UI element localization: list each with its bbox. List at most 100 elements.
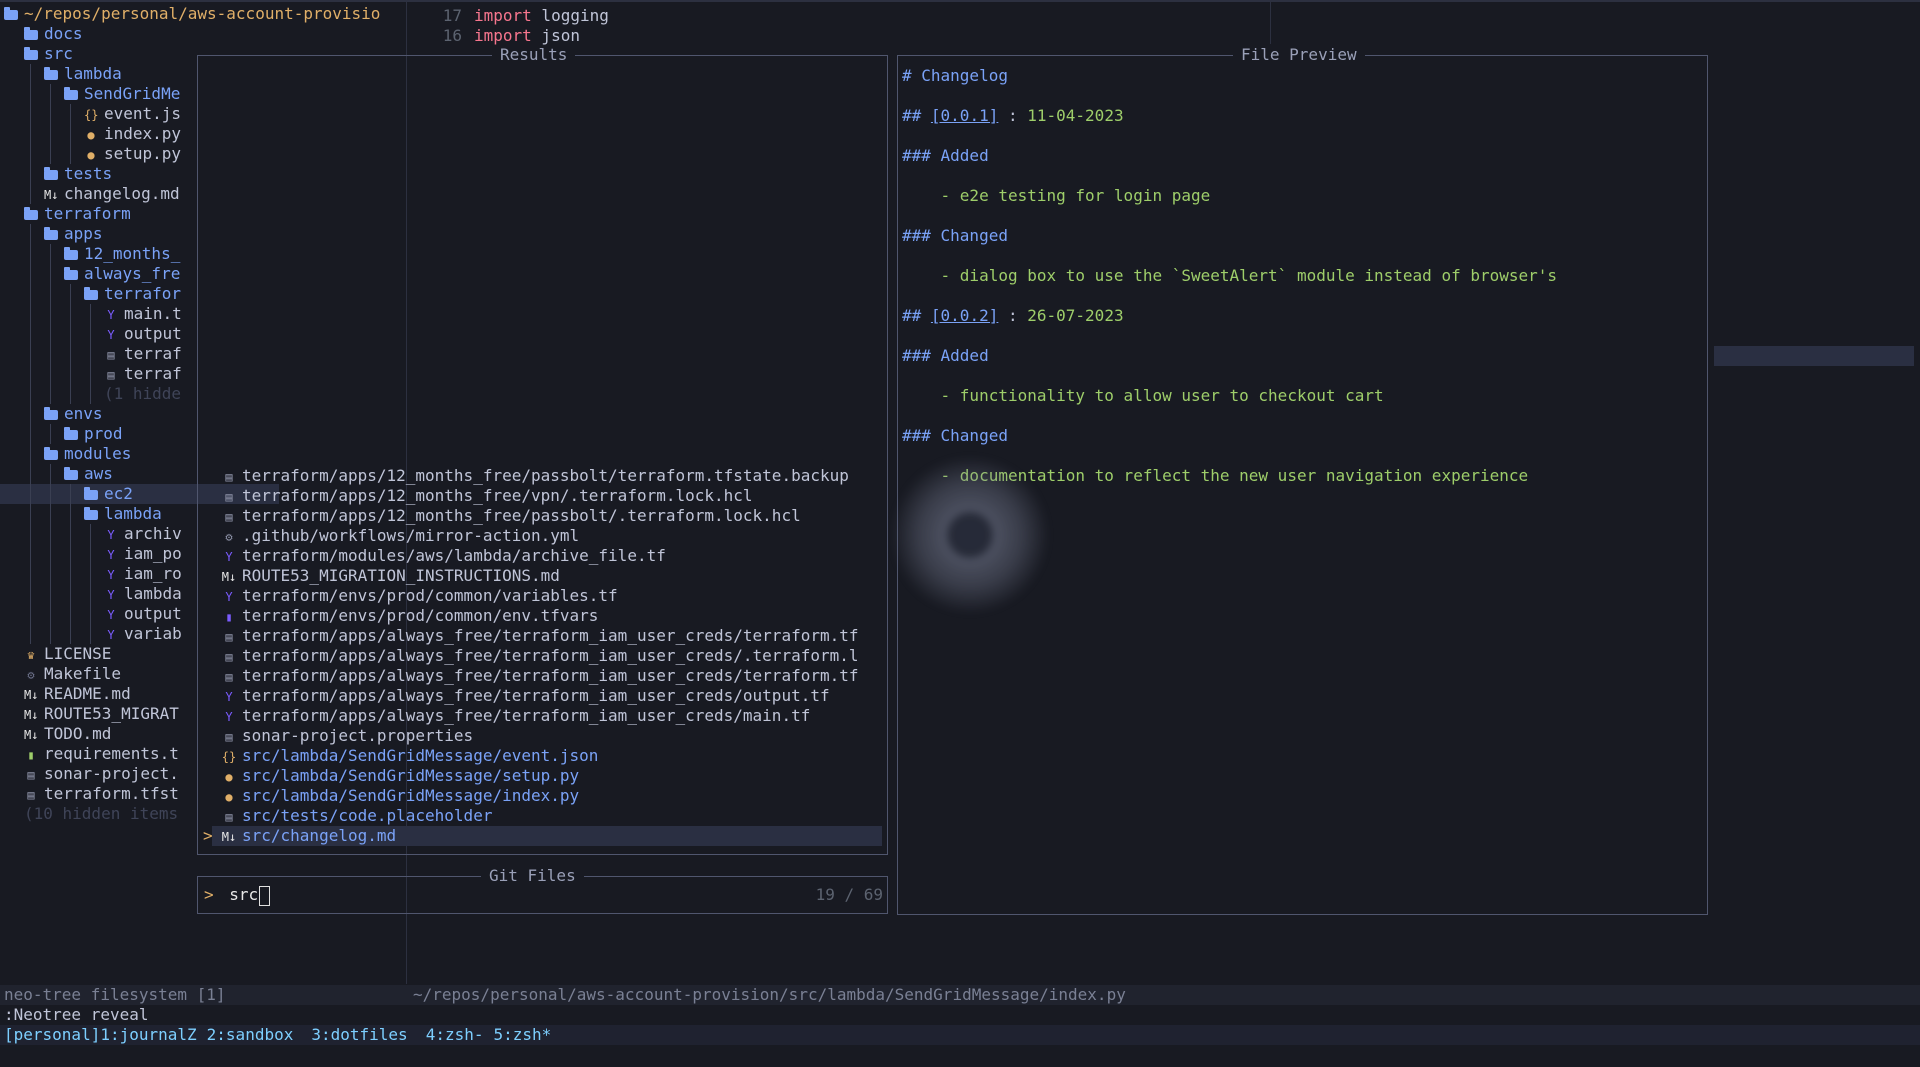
indent-guide <box>70 144 71 164</box>
tree-item-label: prod <box>84 424 123 443</box>
result-item[interactable]: ▤ sonar-project.properties <box>220 726 880 746</box>
tmux-window-tab[interactable]: 1:journalZ <box>100 1025 196 1044</box>
terraform-file-icon: Y <box>107 528 115 542</box>
code-line[interactable]: 17 import logging <box>420 6 609 26</box>
indent-guide <box>90 524 91 544</box>
tree-item-label: requirements.t <box>44 744 179 763</box>
markdown-file-icon: M↓ <box>221 570 237 584</box>
indent-guide <box>30 104 31 124</box>
terraform-file-icon: Y <box>107 568 115 582</box>
keyword: import <box>474 26 532 45</box>
tmux-window-tab[interactable]: 3:dotfiles <box>311 1025 407 1044</box>
result-item[interactable]: ▤ terraform/apps/always_free/terraform_ia… <box>220 626 880 646</box>
result-item[interactable]: Yterraform/envs/prod/common/variables.tf <box>220 586 880 606</box>
result-item[interactable]: ▤ terraform/apps/12_months_free/passbolt/… <box>220 506 880 526</box>
tree-file[interactable]: ▤ sonar-project. <box>0 764 219 784</box>
indent-guide <box>50 584 51 604</box>
indent-guide <box>30 404 31 424</box>
scrollbar-thumb[interactable] <box>1714 346 1914 366</box>
preview-line: ### Changed <box>902 226 1008 246</box>
indent-guide <box>30 464 31 484</box>
result-item[interactable]: ● src/lambda/SendGridMessage/index.py <box>220 786 880 806</box>
indent-guide <box>70 564 71 584</box>
indent-guide <box>30 264 31 284</box>
file-icon: ▤ <box>225 630 233 644</box>
result-item[interactable]: Yterraform/apps/always_free/terraform_ia… <box>220 706 880 726</box>
terraform-file-icon: Y <box>225 550 233 564</box>
tree-folder[interactable]: ~/repos/personal/aws-account-provisio <box>0 4 408 24</box>
tree-folder[interactable]: docs <box>0 24 219 44</box>
result-item[interactable]: {} src/lambda/SendGridMessage/event.json <box>220 746 880 766</box>
terraform-file-icon: Y <box>107 308 115 322</box>
tmux-window-list[interactable]: 1:journalZ 2:sandbox 3:dotfiles 4:zsh- 5:zsh… <box>100 1025 551 1044</box>
license-icon: ♛ <box>27 648 35 662</box>
tree-file[interactable]: ▮ requirements.t <box>0 744 219 764</box>
result-item[interactable]: ▤ src/tests/code.placeholder <box>220 806 880 826</box>
preview-text: ### Added <box>902 346 989 365</box>
version-link[interactable]: [0.0.1] <box>931 106 998 125</box>
indent-guide <box>30 524 31 544</box>
folder-icon <box>44 407 58 420</box>
terraform-file-icon: Y <box>107 328 115 342</box>
file-icon: ▤ <box>225 650 233 664</box>
result-item[interactable]: Yterraform/modules/aws/lambda/archive_fi… <box>220 546 880 566</box>
prompt-title: Git Files <box>481 866 584 886</box>
result-item[interactable]: ▤ terraform/apps/12_months_free/vpn/.terr… <box>220 486 880 506</box>
result-item[interactable]: M↓ src/changelog.md <box>212 826 882 846</box>
indent-guide <box>30 604 31 624</box>
statusline-file-path: ~/repos/personal/aws-account-provision/s… <box>413 985 1126 1004</box>
result-item[interactable]: M↓ ROUTE53_MIGRATION_INSTRUCTIONS.md <box>220 566 880 586</box>
tree-folder[interactable]: terraform <box>0 204 219 224</box>
selection-caret: > <box>203 826 213 845</box>
tree-file[interactable]: M↓ ROUTE53_MIGRAT <box>0 704 219 724</box>
indent-guide <box>70 524 71 544</box>
indent-guide <box>70 324 71 344</box>
indent-guide <box>50 344 51 364</box>
indent-guide <box>30 624 31 644</box>
prompt-row[interactable]: > src <box>204 885 271 906</box>
folder-icon <box>64 267 78 280</box>
indent-guide <box>50 284 51 304</box>
tree-file[interactable]: ▤ terraform.tfst <box>0 784 219 804</box>
indent-guide <box>30 124 31 144</box>
tree-file[interactable]: ♛ LICENSE <box>0 644 219 664</box>
result-item[interactable]: Yterraform/apps/always_free/terraform_ia… <box>220 686 880 706</box>
indent-guide <box>90 584 91 604</box>
indent-guide <box>50 624 51 644</box>
indent-guide <box>30 224 31 244</box>
search-input[interactable]: src <box>229 885 258 904</box>
command-line[interactable]: :Neotree reveal <box>0 1005 1920 1025</box>
folder-icon <box>4 7 18 20</box>
indent-guide <box>30 564 31 584</box>
tree-file[interactable]: M↓ TODO.md <box>0 724 219 744</box>
tmux-window-tab[interactable]: 4:zsh- <box>426 1025 484 1044</box>
tree-item-label: lambda <box>64 64 122 83</box>
text-cursor <box>259 885 271 906</box>
indent-guide <box>90 304 91 324</box>
result-item[interactable]: ▤ terraform/apps/always_free/terraform_ia… <box>220 666 880 686</box>
version-link[interactable]: [0.0.2] <box>931 306 998 325</box>
preview-line: ### Changed <box>902 426 1008 446</box>
tree-item-label: iam_po <box>124 544 182 563</box>
color-column <box>1270 2 1271 44</box>
result-item[interactable]: ⚙ .github/workflows/mirror-action.yml <box>220 526 880 546</box>
terraform-file-icon: Y <box>225 590 233 604</box>
result-item[interactable]: ▤ terraform/apps/always_free/terraform_ia… <box>220 646 880 666</box>
result-item[interactable]: ● src/lambda/SendGridMessage/setup.py <box>220 766 880 786</box>
code-line[interactable]: 16 import json <box>420 26 580 46</box>
markdown-file-icon: M↓ <box>24 688 39 702</box>
result-item[interactable]: ▤ terraform/apps/12_months_free/passbolt/… <box>220 466 880 486</box>
folder-icon <box>44 227 58 240</box>
tmux-window-tab[interactable]: 2:sandbox <box>207 1025 294 1044</box>
folder-icon <box>44 67 58 80</box>
tmux-window-tab[interactable]: 5:zsh* <box>493 1025 551 1044</box>
text-file-icon: ▮ <box>27 748 35 762</box>
result-item[interactable]: ▮ terraform/envs/prod/common/env.tfvars <box>220 606 880 626</box>
tree-folder[interactable]: src <box>0 44 219 64</box>
folder-icon <box>84 487 98 500</box>
tree-item-label: src <box>44 44 73 63</box>
tree-file[interactable]: M↓ README.md <box>0 684 219 704</box>
indent-guide <box>30 424 31 444</box>
preview-title: File Preview <box>1233 45 1365 65</box>
tree-file[interactable]: ⚙ Makefile <box>0 664 219 684</box>
